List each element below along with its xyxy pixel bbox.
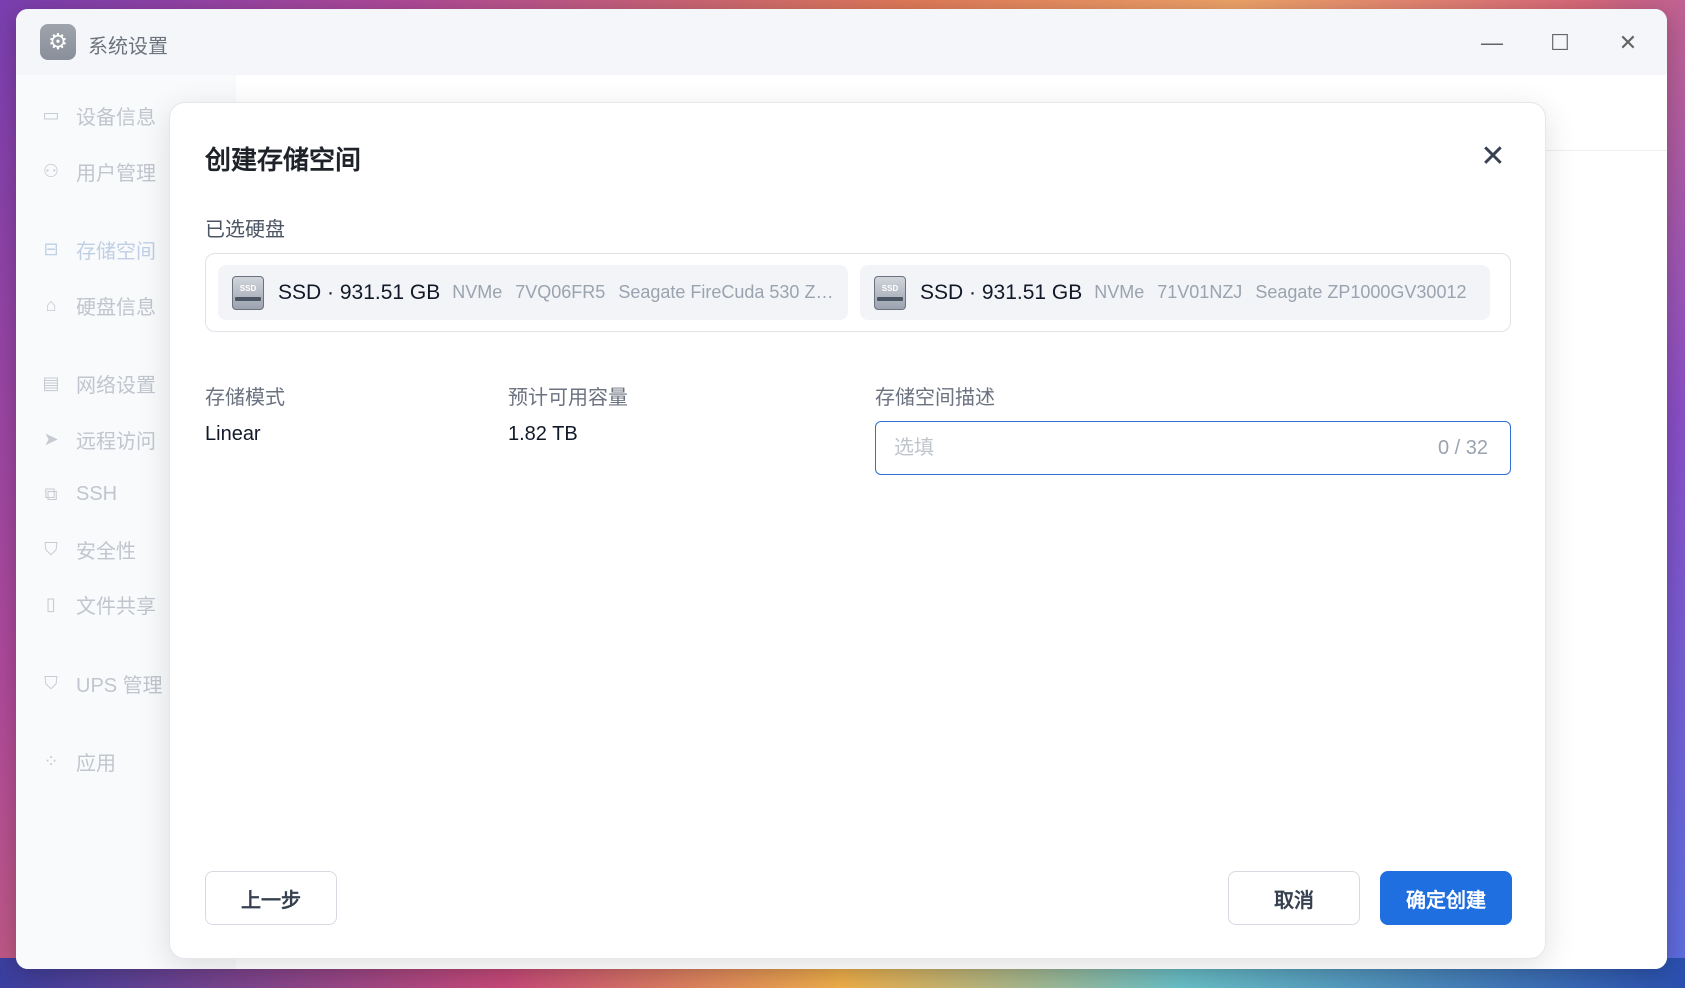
description-label: 存储空间描述 — [875, 387, 995, 409]
disk-serial: 7VQ06FR5 — [515, 282, 606, 302]
disk-type-size: SSD · 931.51 GB — [278, 280, 441, 304]
confirm-create-button[interactable]: 确定创建 — [1380, 871, 1512, 925]
disk-card: SSD SSD · 931.51 GB NVMe 71V01NZJ Seagat… — [860, 265, 1490, 320]
ssd-icon: SSD — [874, 275, 906, 310]
disk-interface: NVMe — [1094, 282, 1145, 302]
char-counter: 0 / 32 — [1437, 436, 1488, 459]
close-dialog-button[interactable]: ✕ — [1478, 140, 1508, 173]
disk-model: Seagate FireCuda 530 ZP100... — [618, 282, 834, 302]
capacity-label: 预计可用容量 — [508, 387, 628, 409]
disk-type-size: SSD · 931.51 GB — [920, 280, 1083, 304]
storage-mode-value: Linear — [205, 423, 261, 445]
disk-serial: 71V01NZJ — [1157, 282, 1243, 302]
disk-card: SSD SSD · 931.51 GB NVMe 7VQ06FR5 Seagat… — [218, 265, 848, 320]
cancel-button[interactable]: 取消 — [1228, 871, 1360, 925]
storage-mode-label: 存储模式 — [205, 387, 285, 409]
disk-interface: NVMe — [452, 282, 503, 302]
dialog-title: 创建存储空间 — [205, 145, 362, 175]
selected-disks-list: SSD SSD · 931.51 GB NVMe 7VQ06FR5 Seagat… — [205, 253, 1511, 332]
description-input[interactable] — [894, 436, 1438, 460]
disk-model: Seagate ZP1000GV30012 — [1255, 282, 1467, 302]
selected-disks-label: 已选硬盘 — [205, 219, 285, 241]
description-field[interactable]: 0 / 32 — [875, 421, 1511, 475]
settings-window: ⚙ 系统设置 — ☐ ✕ ▭ 设备信息 ⚇ 用户管理 ⊟ 存储空间 ⌂ 硬盘信息… — [16, 9, 1667, 969]
ssd-icon: SSD — [232, 275, 264, 310]
capacity-value: 1.82 TB — [508, 423, 578, 445]
create-storage-dialog: 创建存储空间 ✕ 已选硬盘 SSD SSD · 931.51 GB NVMe 7… — [169, 102, 1546, 959]
previous-step-button[interactable]: 上一步 — [205, 871, 337, 925]
